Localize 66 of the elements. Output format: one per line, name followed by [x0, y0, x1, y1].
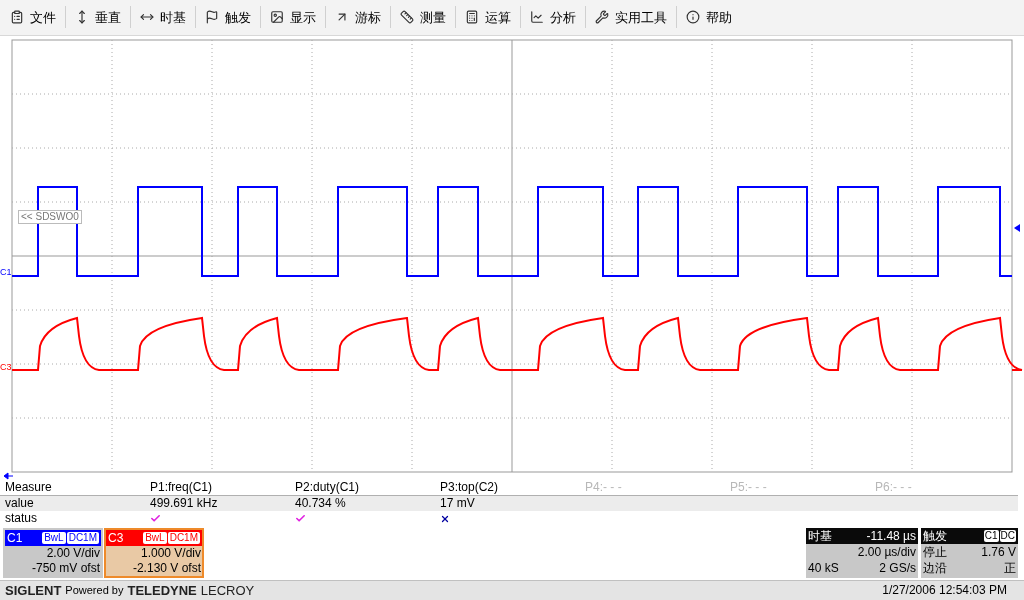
time-per-div: 2.00 µs/div: [856, 543, 917, 560]
timebase-title: 时基: [808, 527, 832, 545]
brand-logo: SIGLENT: [5, 581, 62, 600]
cross-icon: [440, 513, 450, 524]
menu-item[interactable]: 显示: [264, 3, 322, 32]
measure-param-label: P5:- - -: [730, 478, 768, 495]
menu-item[interactable]: 触发: [199, 3, 257, 32]
sample-rate: 2 GS/s: [879, 559, 916, 576]
measure-param-label: P6:- - -: [875, 478, 913, 495]
menu-item[interactable]: 垂直: [69, 3, 127, 32]
channel-name: C1: [7, 529, 23, 547]
trigger-tag: DC: [999, 529, 1016, 542]
channel-panel[interactable]: C3 BwL DC1M 1.000 V/div -2.130 V ofst: [104, 527, 204, 578]
channel-tag: DC1M: [66, 531, 99, 544]
trigger-mode: 停止: [923, 543, 947, 560]
trigger-level-icon: [1014, 223, 1020, 232]
channel-name: C3: [108, 529, 124, 547]
image-icon: [270, 10, 284, 25]
trigger-tag: C1: [983, 529, 999, 542]
menu-item[interactable]: 测量: [394, 3, 452, 32]
menu-item[interactable]: 文件: [4, 3, 62, 32]
flag-icon: [205, 10, 219, 25]
maker-logo-suffix: LECROY: [200, 581, 255, 600]
measure-param-label: P2:duty(C1): [295, 478, 361, 495]
maker-logo: TELEDYNE: [127, 581, 197, 600]
trigger-type: 边沿: [923, 559, 947, 576]
channel-tag: BwL: [143, 531, 167, 544]
menu-item[interactable]: 实用工具: [589, 3, 673, 32]
trigger-level: 1.76 V: [981, 543, 1016, 560]
measure-value: 17 mV: [440, 495, 476, 511]
line-chart-icon: [530, 10, 544, 25]
timebase-delay: -11.48 µs: [866, 527, 916, 545]
clipboard-icon: [10, 10, 24, 25]
measure-value: 40.734 %: [295, 495, 347, 511]
measure-param-label: P1:freq(C1): [150, 478, 214, 495]
volts-per-div: 2.00 V/div: [45, 545, 101, 561]
volts-per-div: 1.000 V/div: [139, 545, 202, 561]
channel-tag: BwL: [42, 531, 66, 544]
offset-value: -750 mV ofst: [30, 560, 101, 576]
powered-by-text: Powered by: [65, 583, 124, 598]
value-row-label: value: [5, 495, 35, 511]
measure-value: 499.691 kHz: [150, 495, 219, 511]
menu-item[interactable]: 运算: [459, 3, 517, 32]
channel-panel[interactable]: C1 BwL DC1M 2.00 V/div -750 mV ofst: [3, 527, 103, 578]
menu-item[interactable]: 分析: [524, 3, 582, 32]
wrench-icon: [595, 10, 609, 25]
menu-item[interactable]: 帮助: [680, 3, 738, 32]
left-arrow-icon: [3, 472, 14, 480]
trace-marker: C1: [0, 266, 12, 277]
info-icon: [686, 10, 700, 25]
trigger-title: 触发: [923, 527, 947, 545]
measure-param-label: P4:- - -: [585, 478, 623, 495]
status-row-label: status: [5, 511, 38, 527]
trigger-slope: 正: [1004, 559, 1016, 576]
menu-item[interactable]: 时基: [134, 3, 192, 32]
reference-label: << SDSWO0: [18, 209, 82, 224]
calculator-icon: [465, 10, 479, 25]
channel-tag: DC1M: [167, 531, 200, 544]
trace-marker: C3: [0, 361, 12, 372]
measure-header: Measure: [5, 478, 53, 495]
offset-value: -2.130 V ofst: [131, 560, 202, 576]
menu-item[interactable]: 游标: [329, 3, 387, 32]
timestamp: 1/27/2006 12:54:03 PM: [882, 582, 1007, 600]
measure-param-label: P3:top(C2): [440, 478, 500, 495]
ruler-icon: [400, 10, 414, 25]
sample-count: 40 kS: [808, 559, 839, 576]
